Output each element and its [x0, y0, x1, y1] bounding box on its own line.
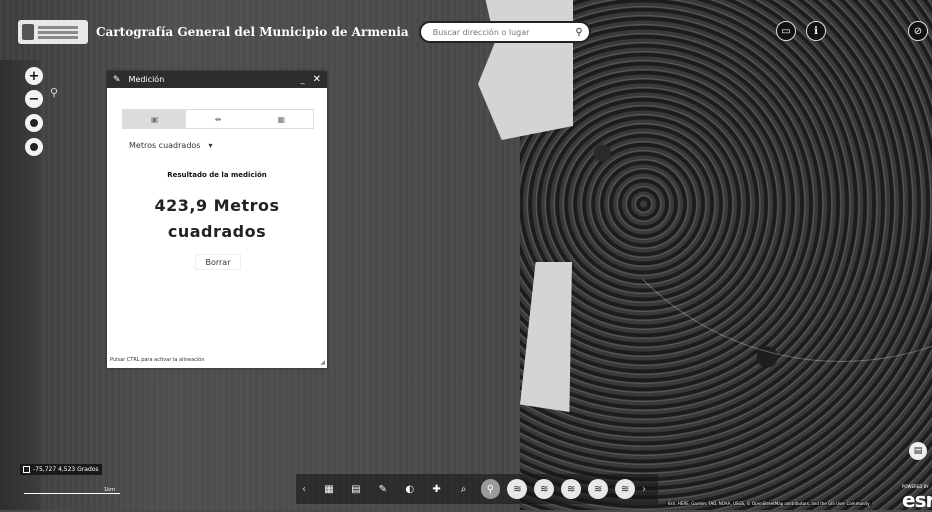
map-attribution: Esri, HERE, Garmin, FAO, NOAA, USGS, © O… [666, 501, 872, 506]
toolbar-prev-button[interactable]: ‹ [302, 484, 312, 495]
resize-handle-icon[interactable]: ◢ [320, 359, 325, 366]
measure-panel-title: Medición [128, 75, 165, 84]
measure-panel: ✎ Medición _ ✕ ▣ ⇹ ▦ Metros cuadrados ▾ … [107, 71, 327, 368]
crest-icon [22, 24, 34, 40]
area-tool-button[interactable]: ▣ [123, 110, 187, 128]
zoom-select-icon[interactable]: ⚲ [50, 86, 58, 99]
home-icon [30, 119, 38, 127]
attribute-table-button[interactable]: ▤ [909, 442, 927, 460]
search-icon[interactable]: ⚲ [480, 479, 501, 499]
distance-tool-button[interactable]: ⇹ [186, 110, 249, 128]
scale-label: 1km [104, 487, 115, 493]
stack-icon[interactable]: ≋ [561, 479, 582, 499]
location-tool-button[interactable]: ▦ [250, 110, 313, 128]
locate-button[interactable] [25, 138, 43, 156]
layers-icon[interactable]: ▤ [346, 479, 366, 499]
unit-select[interactable]: Metros cuadrados ▾ [129, 141, 212, 150]
coordinate-value: -75,727 4,523 Grados [33, 466, 99, 473]
search-box[interactable]: ⚲ [418, 21, 591, 43]
location-icon: ▦ [277, 114, 286, 124]
stack-icon[interactable]: ≋ [615, 479, 636, 499]
stack-icon[interactable]: ≋ [534, 479, 555, 499]
ctrl-hint: Pulsar CTRL para activar la alineación [110, 357, 205, 363]
table-icon: ▤ [913, 446, 923, 456]
coordinate-toggle-icon[interactable] [23, 466, 30, 473]
clear-button[interactable]: Borrar [195, 254, 241, 270]
minimize-button[interactable]: _ [301, 75, 305, 84]
widget-toolbar: ‹ ▦ ▤ ✎ ◐ ✚ ⌕ ⚲ ≋ ≋ ≋ ≋ ≋ › [296, 474, 658, 504]
coordinate-readout: -75,727 4,523 Grados [20, 464, 102, 475]
share-icon[interactable]: ✚ [427, 479, 447, 499]
chevron-down-icon: ▾ [208, 141, 213, 150]
stack-icon[interactable]: ≋ [588, 479, 609, 499]
zoom-out-button[interactable]: − [25, 90, 43, 108]
query-icon[interactable]: ⌕ [454, 479, 474, 499]
area-icon: ▣ [150, 114, 159, 124]
printer-icon[interactable]: ▭ [776, 21, 796, 41]
zoom-in-button[interactable]: + [25, 67, 43, 85]
unit-select-value: Metros cuadrados [129, 141, 201, 150]
swipe-icon[interactable]: ◐ [400, 479, 420, 499]
distance-icon: ⇹ [214, 114, 222, 124]
pencil-icon: ✎ [113, 74, 121, 85]
logo [18, 20, 88, 44]
esri-logo[interactable]: esri [902, 488, 932, 512]
grid-icon[interactable]: ▦ [319, 479, 339, 499]
result-value: 423,9 Metros cuadrados [154, 196, 280, 241]
locate-icon [30, 143, 38, 151]
result-label: Resultado de la medición [167, 171, 267, 179]
stack-icon[interactable]: ≋ [507, 479, 528, 499]
measure-tool-group: ▣ ⇹ ▦ [122, 109, 314, 129]
app-header: Cartografía General del Municipio de Arm… [18, 18, 591, 46]
close-button[interactable]: ✕ [313, 74, 321, 85]
measure-panel-header: ✎ Medición _ ✕ [107, 71, 327, 88]
visibility-off-icon[interactable]: ⊘ [908, 21, 928, 41]
pencil-icon[interactable]: ✎ [373, 479, 393, 499]
search-icon[interactable]: ⚲ [575, 27, 582, 38]
info-icon[interactable]: i [806, 21, 826, 41]
search-input[interactable] [430, 26, 565, 38]
app-title: Cartografía General del Municipio de Arm… [96, 25, 409, 39]
home-button[interactable] [25, 114, 43, 132]
toolbar-next-button[interactable]: › [642, 484, 652, 495]
